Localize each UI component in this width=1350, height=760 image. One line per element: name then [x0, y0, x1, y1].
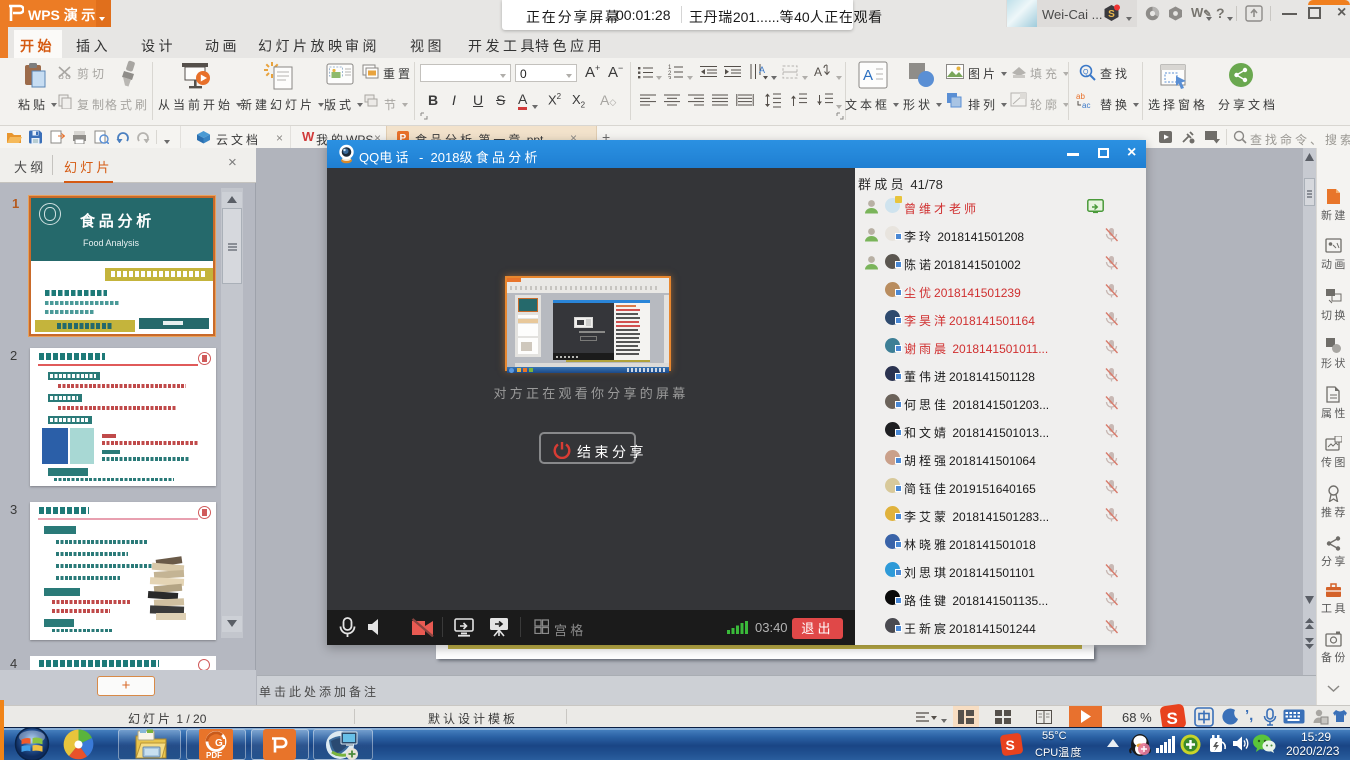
svg-text:G: G — [215, 738, 223, 749]
svg-text:S: S — [1006, 737, 1015, 753]
svg-text:A: A — [759, 65, 765, 75]
svg-text:Q: Q — [1083, 69, 1089, 76]
svg-text:S: S — [1167, 709, 1178, 728]
svg-text:ac: ac — [1082, 101, 1090, 109]
svg-text:ab: ab — [1076, 92, 1085, 101]
svg-text:3: 3 — [668, 77, 672, 80]
svg-text:S: S — [1108, 9, 1115, 20]
svg-text:A: A — [863, 67, 873, 84]
svg-text:A: A — [814, 65, 822, 79]
